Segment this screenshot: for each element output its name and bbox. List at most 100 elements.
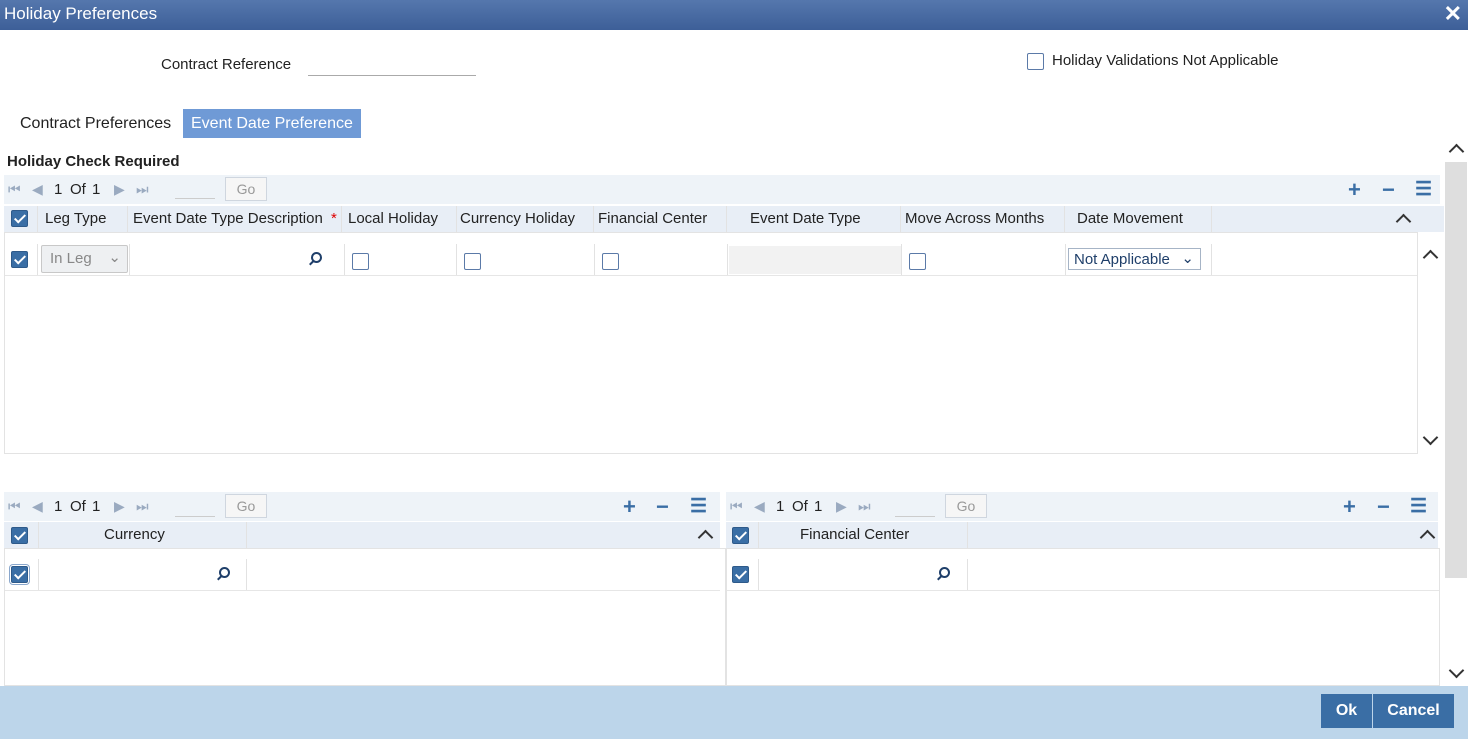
- grid-scroll-up-icon[interactable]: [697, 529, 714, 546]
- last-page-icon[interactable]: ⏭: [136, 498, 149, 515]
- prev-page-icon[interactable]: ◀: [32, 498, 43, 515]
- currency-holiday-checkbox[interactable]: [464, 253, 481, 270]
- chevron-down-icon: ⌄: [1181, 250, 1194, 267]
- column-event-date-type-description[interactable]: Event Date Type Description: [133, 210, 323, 227]
- first-page-icon[interactable]: ⏮: [8, 181, 21, 198]
- scroll-down-icon[interactable]: [1448, 662, 1465, 679]
- column-divider: [726, 206, 727, 232]
- first-page-icon[interactable]: ⏮: [8, 498, 21, 515]
- select-all-checkbox[interactable]: [11, 527, 28, 544]
- column-divider: [1211, 206, 1212, 232]
- column-divider: [1064, 206, 1065, 232]
- prev-page-icon[interactable]: ◀: [32, 181, 43, 198]
- currency-grid-header: Currency: [4, 522, 720, 548]
- row-select-checkbox[interactable]: [9, 564, 30, 585]
- column-date-movement[interactable]: Date Movement: [1077, 210, 1183, 227]
- column-divider: [594, 244, 595, 275]
- go-button[interactable]: Go: [945, 494, 987, 518]
- column-divider: [37, 244, 38, 275]
- columns-icon[interactable]: ☰: [690, 495, 707, 518]
- page-current: 1: [776, 498, 785, 515]
- date-movement-select[interactable]: Not Applicable ⌄: [1068, 248, 1201, 270]
- event-date-type-description-input[interactable]: [132, 246, 328, 272]
- go-button[interactable]: Go: [225, 177, 267, 201]
- column-divider: [901, 244, 902, 275]
- search-icon[interactable]: [311, 252, 322, 263]
- page-scrollbar-track[interactable]: [1445, 162, 1467, 578]
- tab-event-date-preference[interactable]: Event Date Preference: [183, 109, 361, 138]
- grid-scroll-up-icon[interactable]: [1419, 529, 1436, 546]
- move-across-months-checkbox[interactable]: [909, 253, 926, 270]
- contract-reference-label: Contract Reference: [161, 56, 292, 73]
- grid-scroll-down-icon[interactable]: [1422, 429, 1439, 446]
- columns-icon[interactable]: ☰: [1410, 495, 1427, 518]
- last-page-icon[interactable]: ⏭: [136, 181, 149, 198]
- add-row-icon[interactable]: +: [1343, 494, 1356, 520]
- scroll-up-icon[interactable]: [1448, 143, 1465, 160]
- go-button[interactable]: Go: [225, 494, 267, 518]
- column-divider: [37, 206, 38, 232]
- close-icon[interactable]: ✕: [1444, 1, 1462, 27]
- cancel-button[interactable]: Cancel: [1373, 694, 1454, 728]
- dialog-footer: [0, 686, 1468, 739]
- financial-center-grid-toolbar: ⏮ ◀ 1 Of 1 ▶ ⏭ Go + − ☰: [726, 492, 1438, 521]
- event-date-type-cell: [729, 246, 901, 274]
- row-select-checkbox[interactable]: [11, 251, 28, 268]
- next-page-icon[interactable]: ▶: [114, 498, 125, 515]
- column-divider: [38, 522, 39, 548]
- add-row-icon[interactable]: +: [623, 494, 636, 520]
- holiday-validations-checkbox[interactable]: [1027, 53, 1044, 70]
- leg-type-select[interactable]: In Leg ⌄: [41, 245, 128, 273]
- chevron-down-icon: ⌄: [108, 249, 121, 266]
- column-leg-type[interactable]: Leg Type: [45, 210, 106, 227]
- columns-icon[interactable]: ☰: [1415, 178, 1432, 201]
- search-icon[interactable]: [939, 567, 950, 578]
- column-currency-holiday[interactable]: Currency Holiday: [460, 210, 575, 227]
- financial-center-checkbox[interactable]: [602, 253, 619, 270]
- select-all-checkbox[interactable]: [732, 527, 749, 544]
- column-currency[interactable]: Currency: [104, 526, 165, 543]
- page-of-label: Of: [70, 498, 86, 515]
- column-local-holiday[interactable]: Local Holiday: [348, 210, 438, 227]
- page-number-input[interactable]: [895, 497, 935, 517]
- page-total: 1: [814, 498, 823, 515]
- page-number-input[interactable]: [175, 497, 215, 517]
- table-row[interactable]: [5, 559, 720, 591]
- add-row-icon[interactable]: +: [1348, 177, 1361, 203]
- column-divider: [456, 206, 457, 232]
- tab-contract-preferences[interactable]: Contract Preferences: [12, 109, 179, 138]
- last-page-icon[interactable]: ⏭: [858, 498, 871, 515]
- local-holiday-checkbox[interactable]: [352, 253, 369, 270]
- page-current: 1: [54, 498, 63, 515]
- contract-reference-input[interactable]: [308, 58, 476, 76]
- remove-row-icon[interactable]: −: [1382, 177, 1395, 203]
- prev-page-icon[interactable]: ◀: [754, 498, 765, 515]
- column-divider: [967, 559, 968, 590]
- table-row[interactable]: [727, 559, 1439, 591]
- first-page-icon[interactable]: ⏮: [730, 498, 743, 515]
- column-event-date-type[interactable]: Event Date Type: [750, 210, 861, 227]
- row-select-checkbox[interactable]: [732, 566, 749, 583]
- select-all-checkbox[interactable]: [11, 210, 28, 227]
- remove-row-icon[interactable]: −: [656, 494, 669, 520]
- date-movement-value: Not Applicable: [1074, 251, 1170, 268]
- ok-button[interactable]: Ok: [1321, 694, 1372, 728]
- column-divider: [129, 244, 130, 275]
- column-financial-center[interactable]: Financial Center: [598, 210, 707, 227]
- grid-scroll-up-icon[interactable]: [1395, 213, 1412, 230]
- grid-scroll-up-icon[interactable]: [1422, 249, 1439, 266]
- page-number-input[interactable]: [175, 179, 215, 199]
- column-divider: [344, 244, 345, 275]
- remove-row-icon[interactable]: −: [1377, 494, 1390, 520]
- column-financial-center[interactable]: Financial Center: [800, 526, 909, 543]
- next-page-icon[interactable]: ▶: [114, 181, 125, 198]
- table-row[interactable]: In Leg ⌄ Not Applicable ⌄: [5, 244, 1417, 276]
- next-page-icon[interactable]: ▶: [836, 498, 847, 515]
- column-divider: [246, 522, 247, 548]
- page-of-label: Of: [70, 181, 86, 198]
- window-title: Holiday Preferences: [4, 4, 158, 23]
- financial-center-input[interactable]: [763, 561, 933, 587]
- search-icon[interactable]: [219, 567, 230, 578]
- column-move-across-months[interactable]: Move Across Months: [905, 210, 1044, 227]
- currency-input[interactable]: [43, 561, 213, 587]
